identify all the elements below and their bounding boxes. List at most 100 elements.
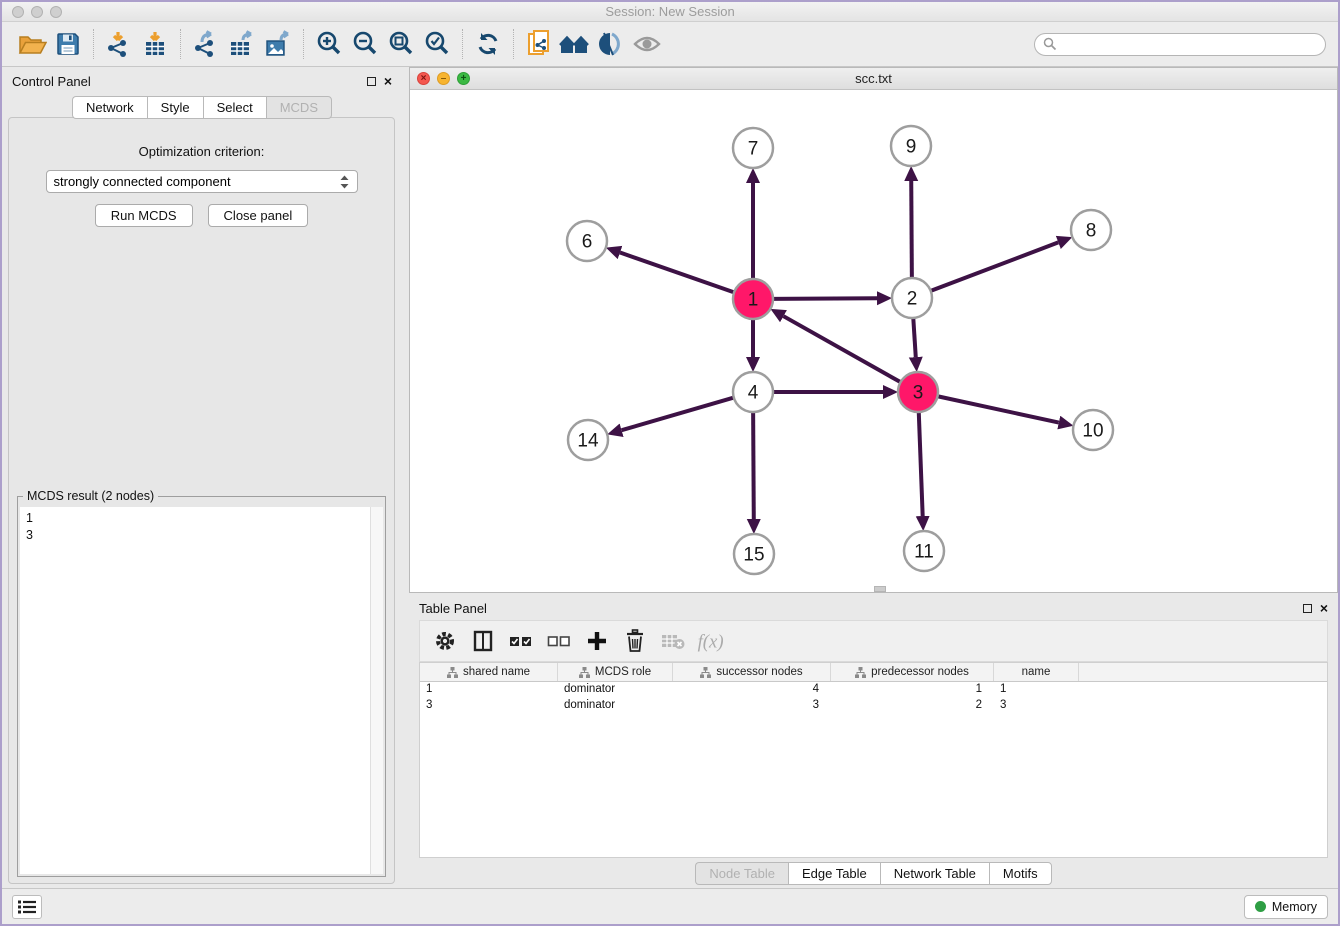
column-header-name[interactable]: name [994,663,1079,681]
task-history-button[interactable] [12,895,42,919]
node-11[interactable]: 11 [904,531,944,571]
node-2[interactable]: 2 [892,278,932,318]
close-panel-button[interactable]: Close panel [208,204,309,227]
search-input[interactable] [1062,37,1317,51]
table-header-row: shared nameMCDS rolesuccessor nodesprede… [420,663,1327,682]
table-row[interactable]: 3dominator323 [420,698,1327,714]
edge-3-1[interactable] [783,316,900,382]
edge-2-9[interactable] [911,181,912,278]
float-table-panel-icon[interactable] [1303,604,1312,613]
edge-1-6[interactable] [620,253,734,293]
column-header-predecessor-nodes[interactable]: predecessor nodes [831,663,994,681]
tab-motifs[interactable]: Motifs [989,862,1052,885]
tab-network-table[interactable]: Network Table [880,862,989,885]
table-cell: 3 [673,698,831,714]
node-15[interactable]: 15 [734,534,774,574]
export-table-icon[interactable] [224,26,260,62]
network-window-title: scc.txt [855,71,892,86]
node-8[interactable]: 8 [1071,210,1111,250]
close-panel-icon[interactable]: × [384,77,392,86]
node-4[interactable]: 4 [733,372,773,412]
table-cell: 3 [994,698,1079,714]
toolbar-separator [513,29,514,59]
node-7[interactable]: 7 [733,128,773,168]
function-builder-icon: f(x) [694,624,728,658]
tab-select[interactable]: Select [203,96,266,119]
toolbar-separator [180,29,181,59]
float-panel-icon[interactable] [367,77,376,86]
show-all-icon[interactable] [557,26,593,62]
tab-edge-table[interactable]: Edge Table [788,862,880,885]
optimization-criterion-select[interactable]: strongly connected component [46,170,358,193]
table-cell: dominator [558,698,673,714]
svg-text:11: 11 [914,542,934,563]
memory-button[interactable]: Memory [1244,895,1328,919]
zoom-selected-icon[interactable] [419,26,455,62]
tab-style[interactable]: Style [147,96,203,119]
delete-column-icon[interactable] [618,624,652,658]
select-stepper-icon [339,174,350,190]
export-network-icon[interactable] [188,26,224,62]
edge-2-8[interactable] [931,242,1059,290]
network-zoom-button[interactable]: + [457,72,470,85]
show-column-icon[interactable] [466,624,500,658]
minimize-window-button[interactable] [31,6,43,18]
save-session-icon[interactable] [50,26,86,62]
import-table-icon[interactable] [137,26,173,62]
result-scrollbar[interactable] [370,507,383,874]
node-6[interactable]: 6 [567,221,607,261]
column-header-successor-nodes[interactable]: successor nodes [673,663,831,681]
svg-text:1: 1 [748,290,759,311]
table-panel: Table Panel × [409,596,1338,888]
node-1[interactable]: 1 [733,279,773,319]
zoom-out-icon[interactable] [347,26,383,62]
node-14[interactable]: 14 [568,420,608,460]
add-column-icon[interactable] [580,624,614,658]
memory-label: Memory [1272,900,1317,914]
apply-style-icon[interactable] [593,26,629,62]
hide-selected-icon[interactable] [629,26,665,62]
zoom-in-icon[interactable] [311,26,347,62]
close-window-button[interactable] [12,6,24,18]
zoom-fit-icon[interactable] [383,26,419,62]
edge-4-15[interactable] [753,412,754,519]
table-settings-icon[interactable] [428,624,462,658]
search-field[interactable] [1034,33,1326,56]
edge-3-11[interactable] [919,412,923,516]
tab-mcds[interactable]: MCDS [266,96,332,119]
edge-3-10[interactable] [938,396,1059,422]
toolbar-separator [462,29,463,59]
horizontal-splitter-handle[interactable] [874,586,886,592]
edge-4-14[interactable] [622,398,734,431]
node-3[interactable]: 3 [898,372,938,412]
export-image-icon[interactable] [260,26,296,62]
zoom-window-button[interactable] [50,6,62,18]
table-panel-title: Table Panel [419,601,487,616]
svg-text:2: 2 [907,289,918,310]
unselect-all-icon[interactable] [542,624,576,658]
network-minimize-button[interactable]: – [437,72,450,85]
svg-text:6: 6 [582,232,593,253]
import-network-icon[interactable] [101,26,137,62]
open-session-icon[interactable] [14,26,50,62]
network-graph: 7 9 6 8 1 2 4 3 10 14 15 11 [410,90,1337,592]
node-10[interactable]: 10 [1073,410,1113,450]
edge-1-2[interactable] [773,298,877,299]
tab-network[interactable]: Network [72,96,147,119]
close-table-panel-icon[interactable]: × [1320,604,1328,613]
network-close-button[interactable]: × [417,72,430,85]
mcds-result-group: MCDS result (2 nodes) 1 3 [17,496,386,877]
first-neighbors-icon[interactable] [470,26,506,62]
table-row[interactable]: 1dominator411 [420,682,1327,698]
column-header-shared-name[interactable]: shared name [420,663,558,681]
edge-2-3[interactable] [913,318,915,357]
mcds-result-textarea[interactable]: 1 3 [20,507,383,874]
column-type-icon [855,667,866,678]
new-network-from-selection-icon[interactable] [521,26,557,62]
column-header-MCDS-role[interactable]: MCDS role [558,663,673,681]
run-mcds-button[interactable]: Run MCDS [95,204,193,227]
select-all-icon[interactable] [504,624,538,658]
tab-node-table[interactable]: Node Table [695,862,788,885]
network-canvas[interactable]: 7 9 6 8 1 2 4 3 10 14 15 11 [410,90,1337,592]
node-9[interactable]: 9 [891,126,931,166]
